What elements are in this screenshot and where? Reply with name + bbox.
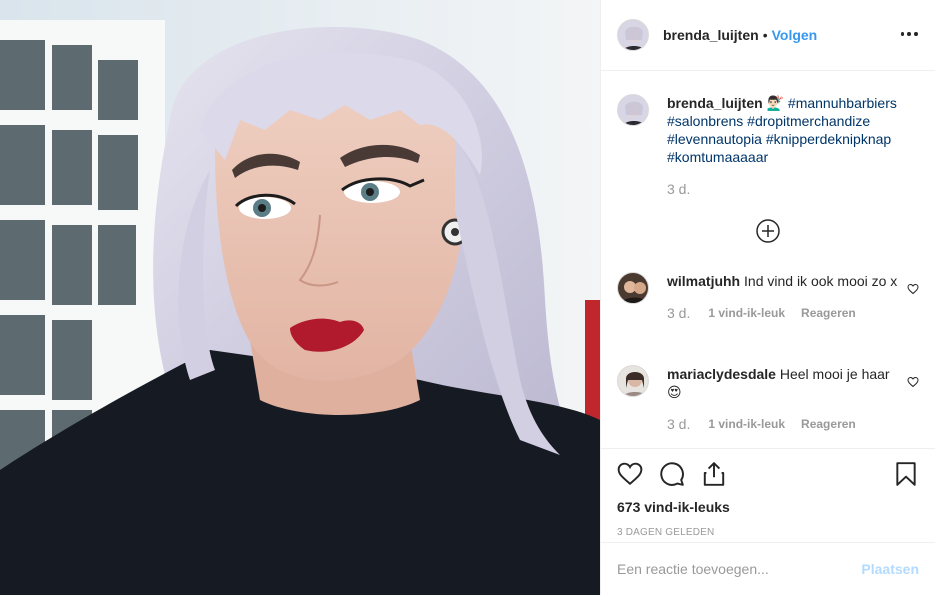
caption-avatar[interactable] — [617, 94, 649, 126]
caption: brenda_luijten 💇🏻‍♂️ #mannuhbarbiers #sa… — [617, 94, 919, 198]
like-comment-icon[interactable] — [907, 282, 919, 295]
comment-body: wilmatjuhh Ind vind ik ook mooi zo x 3 d… — [667, 272, 919, 322]
post-header: brenda_luijten • Volgen — [601, 0, 935, 71]
more-dot — [913, 32, 918, 36]
add-comment-bar: Plaatsen — [601, 542, 935, 595]
avatar-image — [618, 95, 648, 125]
bookmark-icon[interactable] — [893, 461, 919, 487]
comments-area: brenda_luijten 💇🏻‍♂️ #mannuhbarbiers #sa… — [601, 72, 935, 448]
hashtag[interactable]: #mannuhbarbiers — [788, 95, 897, 111]
share-icon[interactable] — [701, 461, 727, 487]
hashtag[interactable]: #knipperdeknipknap — [766, 131, 891, 147]
avatar-image — [618, 273, 648, 303]
header-separator: • — [762, 27, 768, 43]
hashtag[interactable]: #dropitmerchandize — [747, 113, 870, 129]
avatar-image — [618, 20, 648, 50]
comment-likes[interactable]: 1 vind-ik-leuk — [708, 415, 785, 433]
likes-count[interactable]: 673 vind-ik-leuks — [617, 499, 919, 515]
hashtag[interactable]: #komtumaaaaar — [667, 149, 768, 165]
comment-time[interactable]: 3 d. — [667, 415, 690, 433]
caption-emoji: 💇🏻‍♂️ — [766, 95, 785, 111]
post-comment-button[interactable]: Plaatsen — [861, 561, 919, 577]
more-options-icon[interactable] — [899, 24, 919, 44]
comment-meta: 3 d. 1 vind-ik-leuk Reageren — [667, 304, 899, 322]
post-actions: 673 vind-ik-leuks 3 DAGEN GELEDEN — [601, 448, 935, 538]
comment-item: wilmatjuhh Ind vind ik ook mooi zo x 3 d… — [617, 272, 919, 322]
comment-likes[interactable]: 1 vind-ik-leuk — [708, 304, 785, 322]
author-username[interactable]: brenda_luijten — [663, 27, 759, 43]
like-comment-icon[interactable] — [907, 375, 919, 388]
post-sidebar: brenda_luijten • Volgen brenda_luijten 💇… — [600, 0, 935, 595]
comment-username[interactable]: mariaclydesdale — [667, 366, 776, 382]
comment-meta: 3 d. 1 vind-ik-leuk Reageren — [667, 415, 899, 433]
post-date[interactable]: 3 DAGEN GELEDEN — [617, 527, 919, 538]
author-avatar[interactable] — [617, 19, 649, 51]
avatar-image — [618, 366, 648, 396]
more-dot — [907, 32, 911, 36]
more-dot — [900, 32, 905, 36]
instagram-post: brenda_luijten • Volgen brenda_luijten 💇… — [0, 0, 935, 595]
comment-text: Ind vind ik ook mooi zo x — [744, 273, 898, 289]
caption-meta: 3 d. — [667, 180, 899, 198]
comment-icon[interactable] — [659, 461, 685, 487]
caption-body: brenda_luijten 💇🏻‍♂️ #mannuhbarbiers #sa… — [667, 94, 919, 198]
hashtag[interactable]: #levennautopia — [667, 131, 762, 147]
comment-input[interactable] — [617, 561, 862, 577]
action-icons — [617, 449, 919, 499]
comment-time[interactable]: 3 d. — [667, 304, 690, 322]
plus-circle-icon[interactable] — [756, 219, 780, 243]
load-more — [601, 219, 935, 243]
post-photo[interactable] — [0, 0, 600, 595]
comment-username[interactable]: wilmatjuhh — [667, 273, 740, 289]
heart-icon[interactable] — [617, 461, 643, 487]
hashtag[interactable]: #salonbrens — [667, 113, 743, 129]
caption-time[interactable]: 3 d. — [667, 180, 690, 198]
reply-button[interactable]: Reageren — [801, 304, 856, 322]
reply-button[interactable]: Reageren — [801, 415, 856, 433]
commenter-avatar[interactable] — [617, 365, 649, 397]
caption-username[interactable]: brenda_luijten — [667, 95, 763, 111]
comment-body: mariaclydesdale Heel mooi je haar 😍 3 d.… — [667, 365, 919, 433]
follow-button[interactable]: Volgen — [772, 27, 818, 43]
comment-item: mariaclydesdale Heel mooi je haar 😍 3 d.… — [617, 365, 919, 433]
selfie-image — [0, 0, 600, 595]
commenter-avatar[interactable] — [617, 272, 649, 304]
